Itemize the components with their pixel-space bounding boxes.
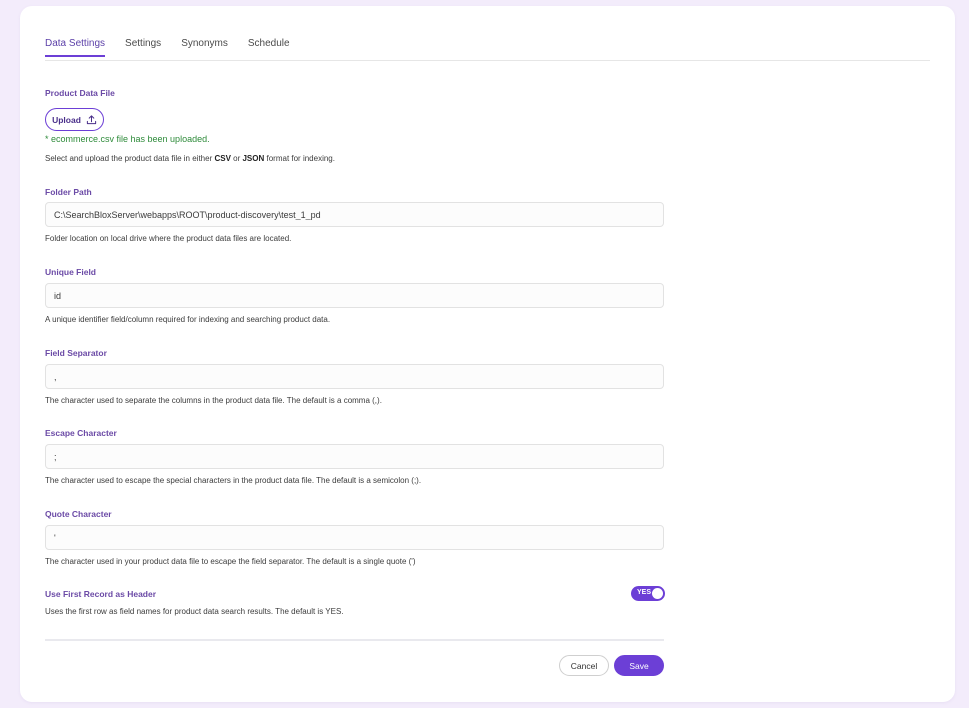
upload-button[interactable]: Upload — [45, 108, 104, 131]
quote-character-label: Quote Character — [45, 509, 112, 519]
settings-card: Data Settings Settings Synonyms Schedule… — [20, 6, 955, 702]
folder-path-label: Folder Path — [45, 187, 92, 197]
escape-character-label: Escape Character — [45, 428, 117, 438]
save-button[interactable]: Save — [614, 655, 664, 676]
folder-path-input[interactable] — [45, 202, 664, 227]
field-separator-label: Field Separator — [45, 348, 107, 358]
help-json: JSON — [242, 154, 265, 163]
upload-button-label: Upload — [52, 114, 81, 125]
escape-character-help: The character used to escape the special… — [45, 476, 422, 485]
form-divider — [45, 639, 664, 641]
unique-field-input[interactable] — [45, 283, 664, 308]
tab-bar: Data Settings Settings Synonyms Schedule — [45, 6, 930, 61]
header-record-label: Use First Record as Header — [45, 589, 157, 599]
field-separator-help: The character used to separate the colum… — [45, 396, 382, 405]
escape-character-input[interactable] — [45, 444, 664, 469]
tab-data-settings[interactable]: Data Settings — [45, 38, 106, 57]
field-separator-input[interactable] — [45, 364, 664, 389]
unique-field-label: Unique Field — [45, 267, 96, 277]
upload-arrow-icon — [86, 115, 97, 125]
folder-path-help: Folder location on local drive where the… — [45, 234, 292, 243]
quote-character-input[interactable] — [45, 525, 664, 550]
quote-character-help: The character used in your product data … — [45, 557, 416, 566]
toggle-knob — [652, 588, 663, 599]
product-data-file-label: Product Data File — [45, 88, 115, 98]
help-or: or — [230, 154, 243, 163]
upload-success-message: * ecommerce.csv file has been uploaded. — [45, 134, 210, 144]
cancel-button[interactable]: Cancel — [559, 655, 609, 676]
product-data-file-help: Select and upload the product data file … — [45, 154, 335, 163]
header-record-toggle[interactable]: YES — [631, 586, 665, 601]
tab-settings[interactable]: Settings — [125, 38, 161, 57]
unique-field-help: A unique identifier field/column require… — [45, 315, 331, 324]
help-prefix: Select and upload the product data file … — [45, 154, 215, 163]
tab-schedule[interactable]: Schedule — [248, 38, 290, 57]
header-record-help: Uses the first row as field names for pr… — [45, 607, 344, 616]
help-csv: CSV — [214, 154, 231, 163]
toggle-yes-label: YES — [637, 589, 652, 596]
help-suffix: format for indexing. — [264, 154, 335, 163]
tab-synonyms[interactable]: Synonyms — [181, 38, 228, 57]
